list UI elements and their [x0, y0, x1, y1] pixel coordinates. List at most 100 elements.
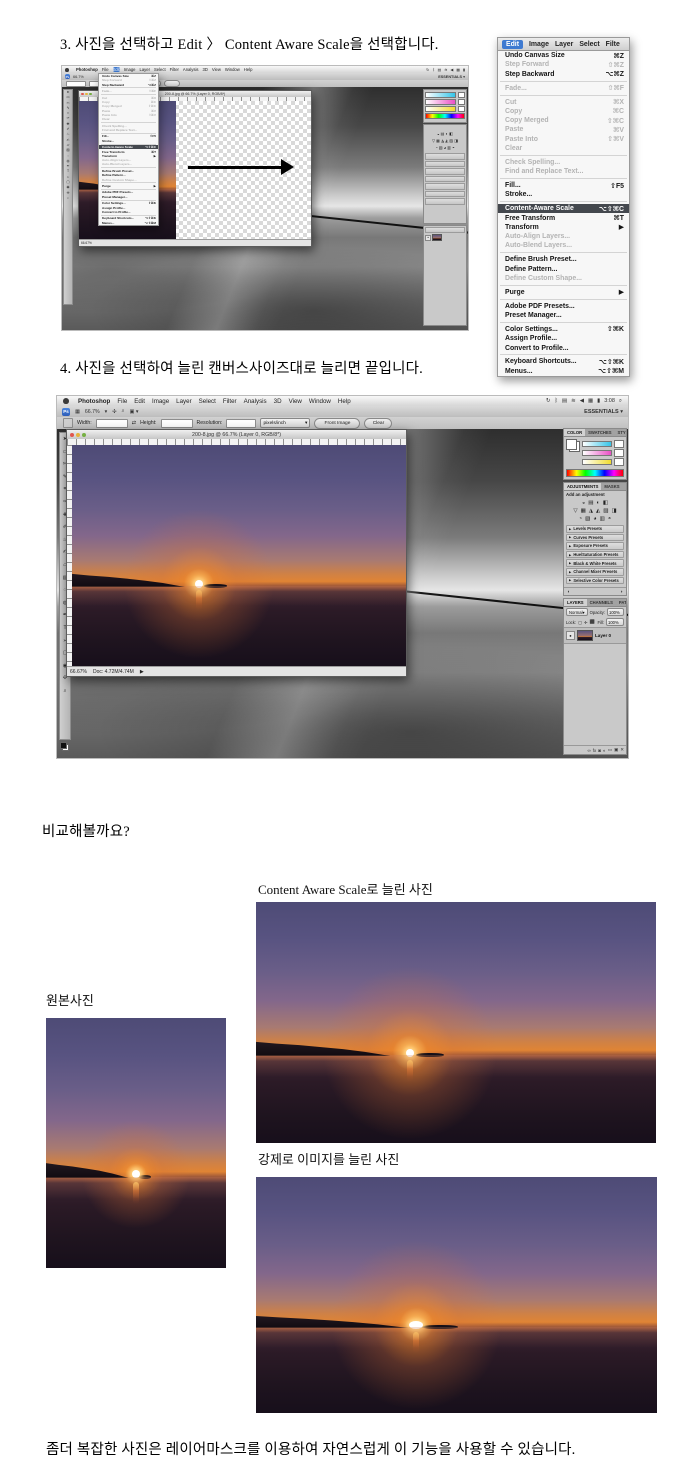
width-field[interactable] [66, 81, 86, 87]
menu-item[interactable]: Find and Replace Text... [498, 167, 629, 176]
layers-footer-icon[interactable]: ∞ [588, 748, 591, 753]
preset-row[interactable]: ▶Black & White Presets [566, 559, 624, 567]
menu-item[interactable]: Transform ▶ [498, 223, 629, 232]
menu-item[interactable]: Help [338, 398, 351, 405]
height-field[interactable] [161, 419, 193, 428]
preset-row[interactable] [425, 183, 465, 190]
menu-item[interactable]: Analysis [183, 67, 199, 72]
tool-icon[interactable]: ⌕ [67, 196, 69, 201]
preset-row[interactable] [425, 198, 465, 205]
workspace-switcher[interactable]: ESSENTIALS ▾ [584, 409, 623, 415]
menu-item[interactable]: Menus... ⌥⇧⌘M [99, 220, 158, 224]
menu-item[interactable]: View [212, 67, 221, 72]
menubar-clock[interactable]: 3:08 [604, 398, 615, 404]
screen-mode-icon[interactable]: ▣ ▾ [130, 409, 139, 415]
layers-footer-icon[interactable]: ◐ [603, 748, 606, 753]
menu-item[interactable]: Auto-Blend Layers... [498, 241, 629, 250]
status-icon[interactable]: ◀ [450, 67, 453, 72]
ps-logo-icon[interactable]: Ps [65, 74, 70, 79]
layer-thumbnail[interactable] [577, 630, 593, 641]
status-icon[interactable]: ▤ [438, 67, 442, 72]
layers-footer-icon[interactable]: fx [593, 748, 597, 753]
menu-item[interactable]: Paste Into ⇧⌘V [498, 135, 629, 144]
adjustment-icon[interactable]: ▧ [585, 516, 590, 522]
status-icon[interactable]: ▮ [597, 398, 600, 404]
width-field[interactable] [96, 419, 128, 428]
menu-item[interactable]: Undo Canvas Size ⌘Z [498, 51, 629, 60]
adjustment-icon[interactable]: ▨ [603, 508, 608, 514]
menu-item[interactable]: Photoshop [78, 398, 110, 405]
zoom-icon[interactable]: ⌕ [122, 408, 125, 415]
menu-item[interactable]: Adobe PDF Presets... [498, 302, 629, 311]
zoom-readout[interactable]: 66.67% [81, 241, 92, 245]
preset-row[interactable] [425, 191, 465, 198]
menu-item[interactable]: Check Spelling... [498, 158, 629, 167]
menubar-item[interactable]: Select [579, 41, 599, 48]
bridge-icon[interactable]: ▦ [75, 409, 80, 415]
zoom-readout[interactable]: 66.67% [70, 669, 87, 675]
menu-item[interactable]: Assign Profile... [498, 334, 629, 343]
adjustments-panel[interactable]: ◒ ▤ ◐ ◧ ▽ ▦ ◮ ◭ ▨ ◨ ◔ ▧ ◕ ▥ ◓ [423, 124, 467, 224]
layers-footer-icon[interactable]: ▣ [614, 747, 618, 753]
adjustment-icon[interactable]: ◮ [589, 508, 593, 514]
color-ramp[interactable] [425, 113, 465, 119]
menu-item[interactable]: Copy ⌘C [498, 107, 629, 116]
panel-tab[interactable]: STYLES [615, 429, 626, 436]
menu-item[interactable]: Step Backward ⌥⌘Z [498, 70, 629, 79]
menu-item[interactable]: Edit [113, 67, 120, 72]
status-icon[interactable]: ◀ [580, 398, 584, 404]
adjustment-icon[interactable]: ◓ [608, 516, 611, 522]
menubar-item[interactable]: Filte [606, 41, 620, 48]
menu-item[interactable]: Convert to Profile... [498, 343, 629, 352]
menu-item[interactable]: Filter [223, 398, 237, 405]
layer-thumbnail[interactable] [432, 234, 442, 241]
menu-item[interactable]: Paste ⌘V [498, 125, 629, 134]
adjustment-icon[interactable]: ◔ [579, 516, 582, 522]
menu-item[interactable]: Stroke... [498, 190, 629, 199]
adjustment-icon[interactable]: ◨ [611, 508, 616, 514]
layer-visibility-icon[interactable]: ● [425, 235, 431, 241]
menu-item[interactable]: Step Forward ⇧⌘Z [498, 60, 629, 69]
fill-value[interactable]: 100% [606, 618, 624, 626]
adjustment-icon[interactable]: ◕ [593, 516, 596, 522]
opacity-value[interactable]: 100% [607, 608, 624, 616]
zoom-level[interactable]: 66.7% [85, 409, 100, 415]
menu-item[interactable]: Window [225, 67, 240, 72]
preset-row[interactable]: ▶Channel Mixer Presets [566, 568, 624, 576]
clear-button[interactable] [164, 80, 180, 87]
status-icon[interactable]: ≋ [571, 398, 576, 404]
preset-row[interactable]: ▶Selective Color Presets [566, 577, 624, 585]
yellow-slider[interactable] [582, 458, 624, 466]
menu-item[interactable]: Define Custom Shape... [498, 274, 629, 283]
preset-row[interactable] [425, 153, 465, 160]
lock-icon[interactable]: ▢ [578, 620, 582, 625]
apple-icon[interactable] [65, 68, 69, 72]
panel-tab[interactable]: PATHS [616, 599, 626, 606]
color-swatch-pair[interactable] [566, 439, 580, 452]
layers-footer-icon[interactable]: ◙ [598, 748, 601, 753]
front-image-button[interactable]: Front Image [314, 418, 360, 429]
preset-row[interactable] [425, 161, 465, 168]
layer-name[interactable]: Layer 0 [595, 633, 611, 638]
menu-item[interactable]: Copy Merged ⇧⌘C [498, 116, 629, 125]
menubar-item[interactable]: Layer [555, 41, 573, 48]
hand-icon[interactable]: ✣ [112, 409, 116, 415]
crop-tool-icon[interactable] [63, 418, 73, 428]
menu-item[interactable]: 3D [274, 398, 282, 405]
menu-item[interactable]: Menus... ⌥⇧⌘M [498, 367, 629, 376]
tool-icon[interactable]: ⌕ [64, 685, 67, 698]
menu-item[interactable]: Fill... ⇧F5 [498, 181, 629, 190]
foreground-color[interactable] [60, 742, 67, 749]
adjustment-icon[interactable]: ◐ [597, 500, 600, 506]
return-icon[interactable]: ◖ [567, 589, 570, 594]
status-arrow-icon[interactable]: ▶ [140, 669, 144, 675]
status-icon[interactable]: ᛒ [432, 68, 434, 72]
menu-item[interactable]: Auto-Align Layers... [498, 232, 629, 241]
color-panel[interactable] [423, 89, 467, 123]
adjustment-icon[interactable]: ▽ [573, 508, 577, 514]
menu-item[interactable]: Image [152, 398, 169, 405]
menu-item[interactable]: Edit [134, 398, 145, 405]
menu-item[interactable]: Filter [170, 67, 179, 72]
status-icon[interactable]: ≋ [444, 67, 447, 72]
adjustment-icon[interactable]: ◒ [582, 500, 585, 506]
